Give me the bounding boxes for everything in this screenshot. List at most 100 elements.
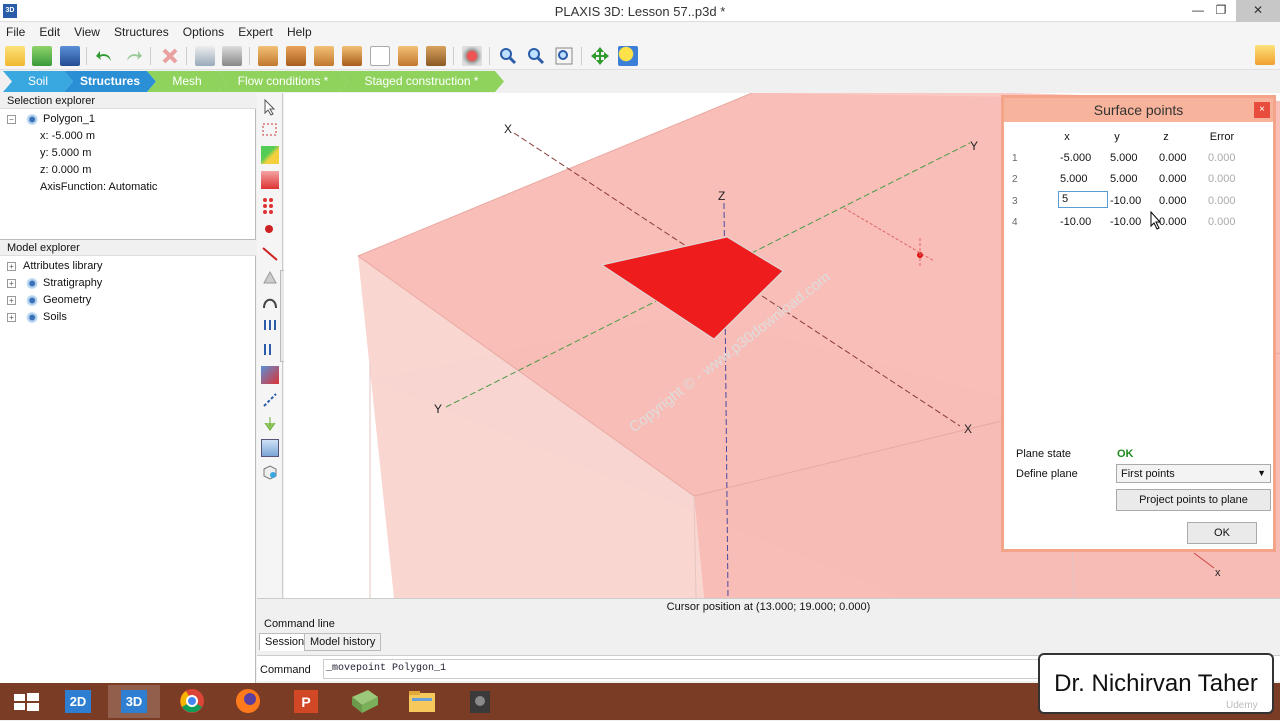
firefox-icon[interactable] (222, 685, 274, 718)
create-anchor-icon[interactable] (261, 391, 279, 409)
redo-icon[interactable] (123, 46, 143, 66)
windows-start-icon[interactable] (0, 685, 52, 718)
prop-z[interactable]: z: 0.000 m (40, 164, 91, 176)
cell-x[interactable]: -10.00 (1060, 216, 1091, 228)
cell-y[interactable]: -10.00 (1110, 216, 1141, 228)
zoom-extents-icon[interactable] (554, 46, 574, 66)
visibility-icon[interactable] (25, 278, 38, 289)
powerpoint-icon[interactable]: P (280, 685, 332, 718)
tab-structures[interactable]: Structures (64, 71, 156, 92)
import-geometry-icon[interactable] (258, 46, 278, 66)
delete-icon[interactable] (160, 46, 180, 66)
project-points-button[interactable]: Project points to plane (1116, 489, 1271, 511)
visibility-icon[interactable] (25, 114, 38, 125)
collapse-toggle[interactable]: − (7, 115, 16, 124)
view-menu-icon[interactable] (261, 146, 279, 164)
borehole-icon[interactable] (286, 46, 306, 66)
file-explorer-icon[interactable] (396, 685, 448, 718)
cell-z[interactable]: 0.000 (1159, 195, 1187, 207)
cell-x-editing[interactable]: 5 (1058, 191, 1108, 208)
expand-toggle[interactable]: + (7, 279, 16, 288)
tree-item-stratigraphy[interactable]: Stratigraphy (43, 277, 102, 289)
visibility-icon[interactable] (25, 295, 38, 306)
create-surface-icon[interactable] (261, 293, 279, 311)
menu-edit[interactable]: Edit (33, 22, 65, 39)
create-polygon-icon[interactable] (261, 269, 279, 287)
create-soil-polygon-icon[interactable] (261, 463, 279, 481)
green-app-icon[interactable] (338, 685, 390, 718)
expand-toggle[interactable]: + (7, 296, 16, 305)
tree-item-soils[interactable]: Soils (43, 311, 67, 323)
box-icon[interactable] (342, 46, 362, 66)
create-point-icon[interactable] (261, 221, 279, 239)
menu-expert[interactable]: Expert (232, 22, 278, 39)
menu-structures[interactable]: Structures (108, 22, 174, 39)
create-load-icon[interactable] (261, 317, 279, 335)
multi-select-icon[interactable] (261, 121, 279, 139)
cell-y[interactable]: 5.000 (1110, 173, 1138, 185)
prop-y[interactable]: y: 5.000 m (40, 147, 91, 159)
prop-axis-function[interactable]: AxisFunction: Automatic (40, 181, 157, 193)
print-icon[interactable] (222, 46, 242, 66)
tab-soil[interactable]: Soil (3, 71, 73, 92)
save-icon[interactable] (60, 46, 80, 66)
building-icon[interactable] (398, 46, 418, 66)
tree-item-geometry[interactable]: Geometry (43, 294, 91, 306)
plaxis-2d-icon[interactable]: 2D (52, 685, 104, 718)
prop-x[interactable]: x: -5.000 m (40, 130, 95, 142)
ok-button[interactable]: OK (1187, 522, 1257, 544)
tab-model-history[interactable]: Model history (304, 633, 382, 651)
menu-options[interactable]: Options (177, 22, 229, 39)
chrome-icon[interactable] (166, 685, 218, 718)
select-icon[interactable] (261, 98, 279, 116)
tab-flow-conditions[interactable]: Flow conditions * (218, 71, 348, 92)
expand-toggle[interactable]: + (7, 262, 16, 271)
menu-file[interactable]: File (0, 22, 30, 39)
visibility-icon[interactable] (25, 312, 38, 323)
tab-mesh[interactable]: Mesh (147, 71, 227, 92)
command-input[interactable]: _movepoint Polygon_1 (323, 659, 1083, 679)
zoom-out-icon[interactable] (526, 46, 546, 66)
cell-z[interactable]: 0.000 (1159, 152, 1187, 164)
create-table-icon[interactable] (261, 439, 279, 457)
undo-icon[interactable] (95, 46, 115, 66)
cell-x[interactable]: 5.000 (1060, 173, 1088, 185)
cell-z[interactable]: 0.000 (1159, 173, 1187, 185)
create-array-icon[interactable] (261, 196, 279, 214)
maximize-button[interactable]: ❐ (1206, 0, 1236, 22)
structure-icon[interactable] (426, 46, 446, 66)
svg-text:3D: 3D (126, 694, 143, 709)
pan-icon[interactable] (590, 46, 610, 66)
create-volume-icon[interactable] (261, 171, 279, 189)
command-label: Command (260, 664, 311, 676)
command-line-title: Command line (264, 618, 335, 630)
open-project-icon[interactable] (32, 46, 52, 66)
close-window-button[interactable]: ✕ (1236, 0, 1280, 22)
tree-item-attributes-library[interactable]: Attributes library (23, 260, 102, 272)
plaxis-3d-icon[interactable]: 3D (108, 685, 160, 718)
create-interface-icon[interactable] (261, 366, 279, 384)
menu-help[interactable]: Help (281, 22, 317, 39)
rotate-view-icon[interactable] (618, 46, 638, 66)
tree-item-polygon[interactable]: Polygon_1 (43, 113, 95, 125)
menu-view[interactable]: View (68, 22, 105, 39)
create-well-icon[interactable] (261, 415, 279, 433)
tab-staged-construction[interactable]: Staged construction * (339, 71, 504, 92)
cell-x[interactable]: -5.000 (1060, 152, 1091, 164)
zoom-in-icon[interactable] (498, 46, 518, 66)
house-icon[interactable] (314, 46, 334, 66)
define-plane-select[interactable]: First points ▼ (1116, 464, 1271, 483)
create-prescribed-displacement-icon[interactable] (261, 341, 279, 359)
camera-app-icon[interactable] (454, 685, 506, 718)
expand-toggle[interactable]: + (7, 313, 16, 322)
new-project-icon[interactable] (5, 46, 25, 66)
report-icon[interactable] (195, 46, 215, 66)
mode-tabs: Soil Structures Mesh Flow conditions * S… (0, 71, 1280, 92)
cell-y[interactable]: 5.000 (1110, 152, 1138, 164)
snap-icon[interactable] (462, 46, 482, 66)
tab-session[interactable]: Session (259, 633, 311, 651)
frame-icon[interactable] (370, 46, 390, 66)
create-line-icon[interactable] (261, 245, 279, 263)
cell-y[interactable]: -10.00 (1110, 195, 1141, 207)
dialog-close-button[interactable]: × (1254, 102, 1270, 118)
